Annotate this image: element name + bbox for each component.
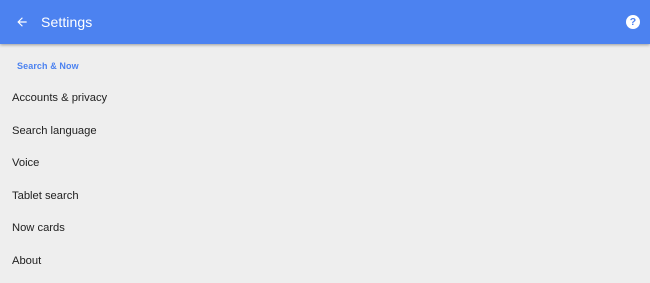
settings-item-tablet-search[interactable]: Tablet search [0, 180, 650, 213]
back-button[interactable] [12, 12, 32, 32]
arrow-back-icon [17, 17, 27, 27]
help-icon: ? [629, 15, 637, 28]
settings-item-now-cards[interactable]: Now cards [0, 212, 650, 245]
app-bar: Settings ? [0, 0, 650, 44]
settings-item-accounts-privacy[interactable]: Accounts & privacy [0, 82, 650, 115]
section-header: Search & Now [17, 61, 79, 71]
settings-item-search-language[interactable]: Search language [0, 115, 650, 148]
settings-item-about[interactable]: About [0, 245, 650, 278]
settings-content: Search & Now Accounts & privacy Search l… [0, 44, 650, 283]
page-title: Settings [41, 14, 93, 30]
settings-item-voice[interactable]: Voice [0, 147, 650, 180]
help-button[interactable]: ? [626, 15, 640, 29]
settings-list: Accounts & privacy Search language Voice… [0, 82, 650, 277]
